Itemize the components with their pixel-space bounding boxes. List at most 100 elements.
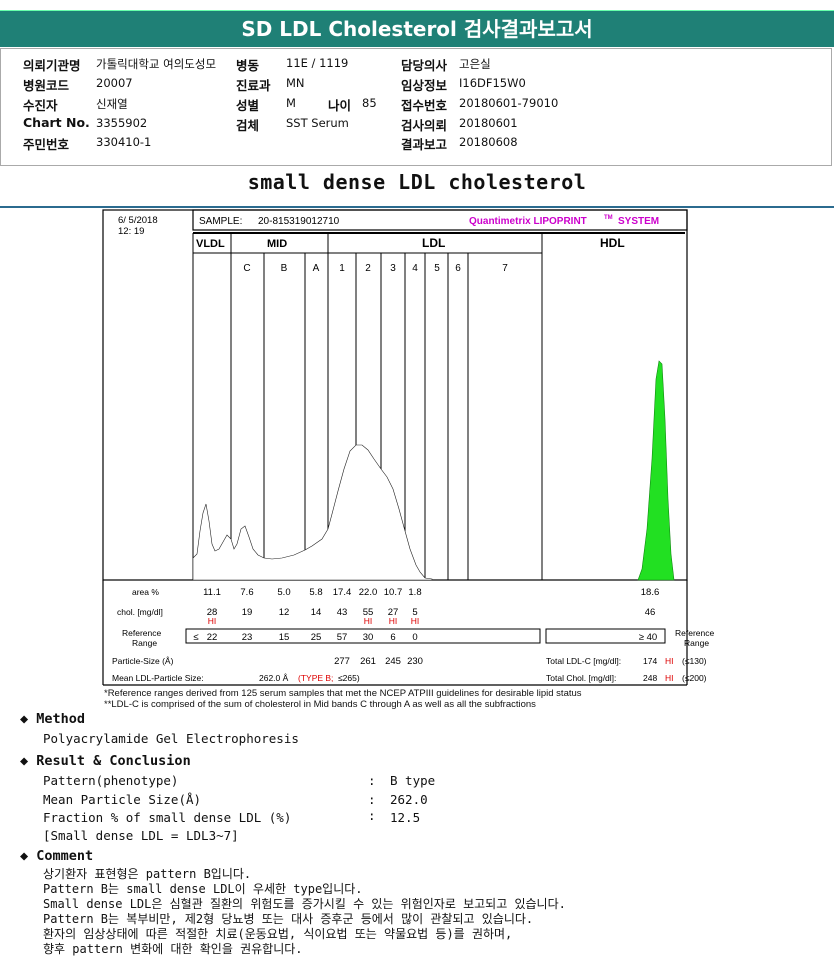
sex-label: 성별 bbox=[236, 98, 260, 113]
diamond-icon: ◆ bbox=[20, 753, 37, 769]
svg-text:15: 15 bbox=[279, 632, 290, 643]
dept-label: 진료과 bbox=[236, 78, 271, 93]
ref-row-label-1: Reference bbox=[122, 628, 161, 638]
brand-tm: TM bbox=[604, 215, 613, 221]
hospital-code-value: 20007 bbox=[96, 76, 133, 90]
receipt-label: 접수번호 bbox=[401, 98, 448, 113]
svg-text:277: 277 bbox=[334, 656, 350, 667]
diamond-icon: ◆ bbox=[20, 711, 37, 727]
brand-label: Quantimetrix LIPOPRINT bbox=[469, 216, 587, 227]
institution-value: 가톨릭대학교 여의도성모 bbox=[96, 57, 217, 71]
result-heading: ◆ Result & Conclusion bbox=[20, 753, 191, 769]
request-label: 검사의뢰 bbox=[401, 118, 448, 133]
diamond-icon: ◆ bbox=[20, 848, 37, 864]
svg-text:19: 19 bbox=[242, 607, 253, 618]
svg-text:HI: HI bbox=[411, 616, 420, 626]
doctor-label: 담당의사 bbox=[401, 58, 448, 73]
doctor-value: 고은실 bbox=[459, 57, 491, 71]
result-value-pattern: B type bbox=[390, 773, 436, 788]
institution-label: 의뢰기관명 bbox=[23, 58, 81, 73]
patient-value: 신재열 bbox=[96, 97, 128, 111]
particle-size-label: Particle-Size (Å) bbox=[112, 656, 174, 666]
svg-text:17.4: 17.4 bbox=[333, 587, 352, 598]
svg-text:261: 261 bbox=[360, 656, 376, 667]
svg-text:11.1: 11.1 bbox=[203, 587, 221, 598]
lipoprint-chart: 6/ 5/2018 12: 19 SAMPLE: 20-815319012710… bbox=[102, 209, 714, 686]
result-value-fraction: 12.5 bbox=[390, 810, 421, 825]
ref-row: ≤ 22 23 15 25 57 30 6 0 ≥ 40 bbox=[193, 632, 657, 643]
receipt-value: 20180601-79010 bbox=[459, 96, 559, 110]
brand-suffix: SYSTEM bbox=[618, 216, 659, 227]
svg-text:10.7: 10.7 bbox=[384, 587, 403, 598]
svg-text:1.8: 1.8 bbox=[408, 587, 421, 598]
patient-info-panel: 의뢰기관명 가톨릭대학교 여의도성모 병동 11E / 1119 담당의사 고은… bbox=[0, 48, 832, 166]
group-hdl: HDL bbox=[600, 236, 625, 250]
svg-text:22.0: 22.0 bbox=[359, 587, 378, 598]
svg-text:14: 14 bbox=[311, 607, 322, 618]
result-colon-size: : bbox=[368, 792, 376, 807]
clinical-label: 임상정보 bbox=[401, 78, 448, 93]
particle-size-row: 277 261 245 230 bbox=[334, 656, 423, 667]
dept-value: MN bbox=[286, 76, 305, 90]
chart-no-value: 3355902 bbox=[96, 116, 148, 130]
svg-text:≥ 40: ≥ 40 bbox=[639, 632, 657, 643]
result-label-fraction: Fraction % of small dense LDL (%) bbox=[43, 810, 292, 825]
svg-text:22: 22 bbox=[207, 632, 218, 643]
band-label-a: A bbox=[313, 263, 320, 274]
total-ldl-ref: (≤130) bbox=[682, 656, 707, 666]
ward-value: 11E / 1119 bbox=[286, 56, 349, 70]
total-ldl-flag: HI bbox=[665, 656, 674, 666]
svg-text:5.8: 5.8 bbox=[309, 587, 322, 598]
method-heading: ◆ Method bbox=[20, 711, 86, 727]
specimen-label: 검체 bbox=[236, 118, 260, 133]
group-vldl: VLDL bbox=[196, 238, 225, 250]
total-chol-flag: HI bbox=[665, 673, 674, 683]
footnote-2: **LDL-C is comprised of the sum of chole… bbox=[104, 699, 536, 710]
svg-text:245: 245 bbox=[385, 656, 401, 667]
sample-value: 20-815319012710 bbox=[258, 216, 340, 227]
svg-text:6: 6 bbox=[390, 632, 395, 643]
result-colon-fraction: : bbox=[368, 808, 376, 823]
total-ldl-value: 174 bbox=[643, 656, 657, 666]
hospital-code-label: 병원코드 bbox=[23, 78, 70, 93]
svg-text:18.6: 18.6 bbox=[641, 587, 660, 598]
result-note: [Small dense LDL = LDL3~7] bbox=[43, 828, 239, 843]
svg-text:30: 30 bbox=[363, 632, 374, 643]
result-label-pattern: Pattern(phenotype) bbox=[43, 773, 179, 788]
id-label: 주민번호 bbox=[23, 137, 70, 152]
ref-right-label-1: Reference bbox=[675, 628, 714, 638]
svg-text:HI: HI bbox=[389, 616, 398, 626]
specimen-value: SST Serum bbox=[286, 116, 349, 130]
section-divider bbox=[0, 206, 834, 208]
chol-row: 28 19 12 14 43 55 27 5 46 bbox=[207, 607, 656, 618]
sex-value: M bbox=[286, 96, 296, 110]
area-row-label: area % bbox=[132, 587, 159, 597]
mean-ldl-type: (TYPE B; bbox=[298, 673, 333, 683]
mean-ldl-value: 262.0 Å bbox=[259, 673, 289, 683]
ward-label: 병동 bbox=[236, 58, 260, 73]
comment-line: 향후 pattern 변화에 대한 확인을 권유합니다. bbox=[43, 942, 303, 956]
svg-text:5.0: 5.0 bbox=[277, 587, 290, 598]
svg-text:HI: HI bbox=[364, 616, 373, 626]
chart-date: 6/ 5/2018 bbox=[118, 215, 158, 226]
age-value: 85 bbox=[362, 96, 377, 110]
svg-text:HI: HI bbox=[208, 616, 217, 626]
chart-no-label: Chart No. bbox=[23, 115, 90, 130]
svg-text:25: 25 bbox=[311, 632, 322, 643]
band-label-b: B bbox=[281, 263, 288, 274]
band-label-3: 3 bbox=[390, 263, 396, 274]
sample-label: SAMPLE: bbox=[199, 216, 242, 227]
total-chol-label: Total Chol. [mg/dl]: bbox=[546, 673, 616, 683]
total-chol-ref: (≤200) bbox=[682, 673, 707, 683]
request-value: 20180601 bbox=[459, 116, 518, 130]
ref-right-label-2: Range bbox=[684, 638, 709, 648]
ref-row-label-2: Range bbox=[132, 638, 157, 648]
band-label-c: C bbox=[243, 263, 250, 274]
svg-text:0: 0 bbox=[412, 632, 417, 643]
mean-ldl-label: Mean LDL-Particle Size: bbox=[112, 673, 204, 683]
band-label-6: 6 bbox=[455, 263, 461, 274]
svg-text:46: 46 bbox=[645, 607, 656, 618]
section-title: small dense LDL cholesterol bbox=[247, 170, 587, 194]
age-label: 나이 bbox=[328, 98, 352, 113]
report-date-value: 20180608 bbox=[459, 135, 518, 149]
